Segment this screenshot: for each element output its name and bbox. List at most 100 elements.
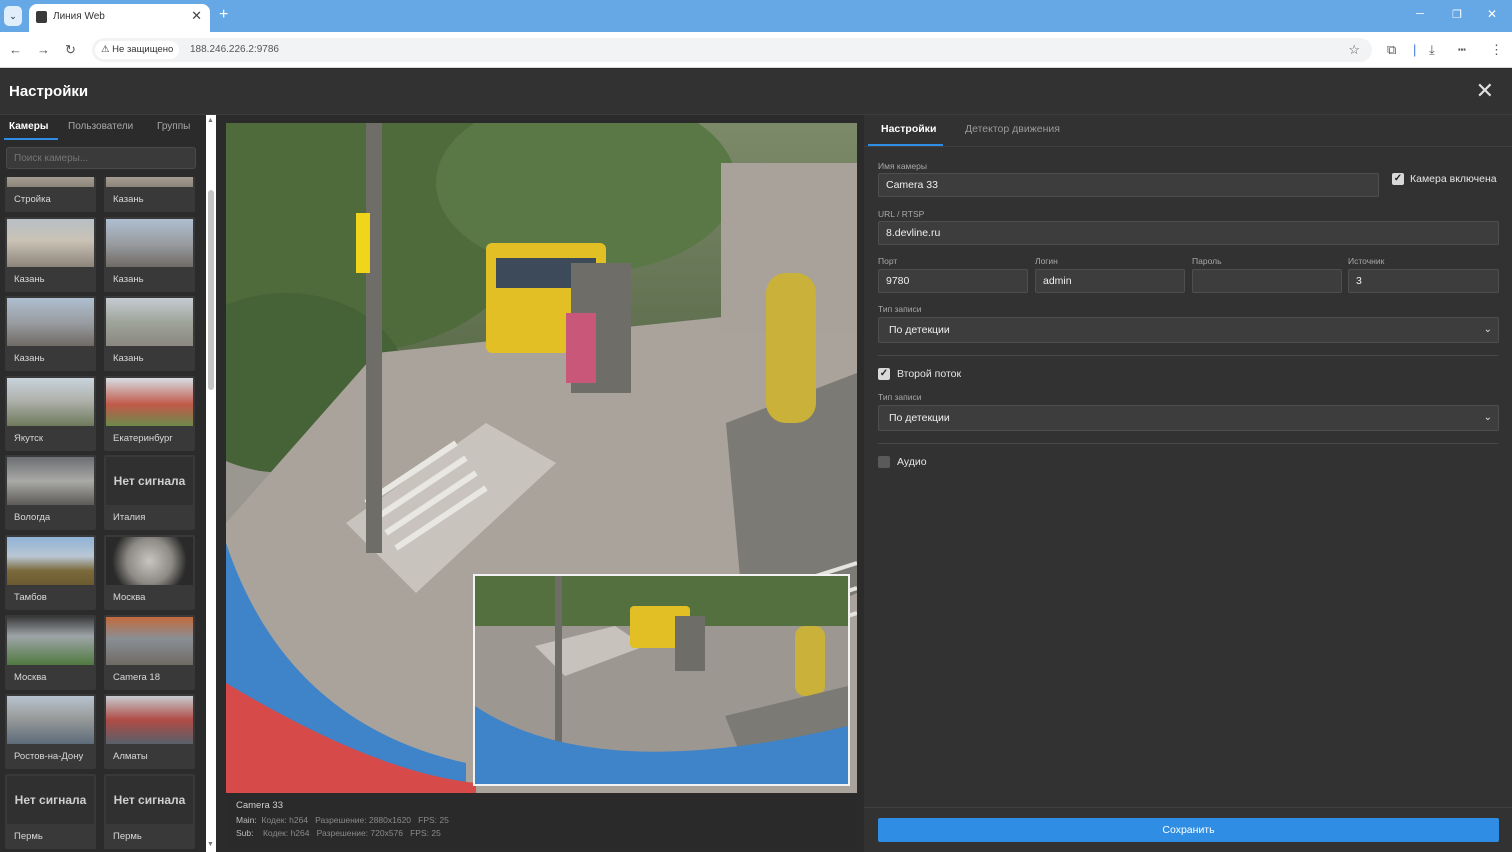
camera-tile-label: Казань: [113, 353, 144, 365]
sidebar-scrollbar[interactable]: ▲ ▼: [206, 115, 216, 852]
bookmark-star-icon[interactable]: ☆: [1348, 42, 1360, 58]
reload-icon[interactable]: ↻: [65, 42, 76, 58]
scroll-down-icon[interactable]: ▼: [207, 841, 214, 848]
main-stream-label: Main:: [236, 815, 257, 825]
scroll-up-icon[interactable]: ▲: [207, 117, 214, 124]
camera-tile[interactable]: Казань: [5, 216, 96, 292]
tab-settings[interactable]: Настройки: [881, 123, 936, 135]
camera-tile[interactable]: Москва: [104, 535, 195, 610]
record-type-label: Тип записи: [878, 304, 922, 314]
security-chip[interactable]: ⚠ Не защищено: [95, 41, 180, 59]
favicon-icon: [36, 11, 47, 23]
source-field[interactable]: [1348, 269, 1499, 293]
login-field[interactable]: [1035, 269, 1185, 293]
camera-tile[interactable]: Camera 18: [104, 614, 195, 690]
password-field[interactable]: [1192, 269, 1342, 293]
camera-tile-label: Казань: [113, 273, 144, 285]
camera-tile-label: Ростов-на-Дону: [14, 751, 84, 763]
main-stream-view[interactable]: [226, 123, 857, 793]
page-title: Настройки: [9, 83, 89, 100]
camera-enabled-checkbox[interactable]: ✓: [1392, 173, 1404, 185]
browser-tab[interactable]: Линия Web ✕: [29, 4, 210, 32]
camera-thumbnail: [7, 377, 94, 426]
close-tab-icon[interactable]: ✕: [191, 8, 202, 24]
camera-tile[interactable]: Екатеринбург: [104, 375, 195, 451]
camera-tile[interactable]: Якутск: [5, 375, 96, 451]
second-stream-checkbox[interactable]: ✓: [878, 368, 890, 380]
tab-search-chevron-icon[interactable]: ⌄: [4, 6, 22, 26]
audio-checkbox[interactable]: [878, 456, 890, 468]
camera-tile[interactable]: Казань: [104, 296, 195, 372]
active-tab-indicator: [868, 144, 943, 146]
sub-codec: Кодек: h264: [262, 828, 310, 838]
restore-icon[interactable]: ❐: [1452, 8, 1462, 21]
camera-tile[interactable]: Стройка: [5, 177, 96, 212]
camera-tile-label: Пермь: [14, 830, 43, 842]
record-type2-select[interactable]: По детекции ⌄: [878, 405, 1499, 431]
camera-name-label: Имя камеры: [878, 161, 927, 171]
second-stream-label: Второй поток: [897, 368, 962, 380]
camera-search-input[interactable]: [6, 147, 196, 169]
camera-tile[interactable]: Алматы: [104, 694, 195, 770]
camera-thumbnail: [106, 218, 193, 267]
camera-tile[interactable]: Ростов-на-Дону: [5, 694, 96, 770]
stream-camera-name: Camera 33: [236, 800, 283, 811]
settings-tabs: Настройки Детектор движения: [864, 115, 1512, 147]
scrollbar-thumb[interactable]: [208, 190, 214, 390]
url-field[interactable]: [878, 221, 1499, 245]
password-label: Пароль: [1192, 256, 1222, 266]
window-close-icon[interactable]: ✕: [1487, 7, 1497, 21]
camera-tile-label: Camera 18: [113, 671, 160, 683]
camera-thumbnail: [7, 177, 94, 187]
no-signal-placeholder: Нет сигнала: [106, 457, 193, 506]
audio-label: Аудио: [897, 456, 927, 468]
camera-tile[interactable]: Казань: [104, 216, 195, 292]
camera-thumbnail: [106, 537, 193, 585]
chevron-down-icon: ⌄: [1483, 412, 1492, 423]
sub-stream-preview[interactable]: [473, 574, 850, 786]
back-arrow-icon[interactable]: ←: [9, 42, 22, 57]
camera-name-field[interactable]: [878, 173, 1379, 197]
camera-list: Стройка Казань Казань Казань Казань Казань Яку…: [5, 177, 200, 852]
extensions-icon[interactable]: ⧉: [1387, 42, 1396, 58]
camera-tile[interactable]: Нет сигнала Италия: [104, 455, 195, 531]
tab-users[interactable]: Пользователи: [68, 121, 133, 132]
camera-tile[interactable]: Тамбов: [5, 535, 96, 610]
port-field[interactable]: [878, 269, 1028, 293]
close-icon[interactable]: ✕: [1476, 78, 1494, 104]
camera-thumbnail: [106, 696, 193, 745]
camera-tile[interactable]: Москва: [5, 614, 96, 690]
settings-dialog: Настройки ✕ Камеры Пользователи Группы С…: [0, 69, 1512, 852]
camera-tile[interactable]: Нет сигнала Пермь: [5, 773, 96, 849]
no-signal-placeholder: Нет сигнала: [7, 775, 94, 824]
camera-tile-label: Казань: [14, 353, 45, 365]
browser-navbar: ← → ↻ ⚠ Не защищено 188.246.226.2:9786 ☆…: [0, 32, 1512, 68]
camera-tile-label: Тамбов: [14, 592, 47, 603]
camera-tile-label: Казань: [113, 194, 144, 205]
login-label: Логин: [1035, 256, 1058, 266]
main-codec: Кодек: h264: [261, 815, 309, 825]
download-icon[interactable]: ⤓: [1429, 42, 1435, 58]
sub-stream-info: Sub: Кодек: h264 Разрешение: 720x576 FPS…: [236, 828, 441, 838]
tab-motion-detector[interactable]: Детектор движения: [965, 123, 1060, 135]
address-bar[interactable]: ⚠ Не защищено 188.246.226.2:9786 ☆: [92, 38, 1372, 62]
new-tab-plus-icon[interactable]: +: [219, 6, 228, 24]
minimize-icon[interactable]: ─: [1416, 8, 1424, 20]
sub-stream-image: [475, 576, 848, 784]
toolbar-separator: |: [1413, 42, 1417, 57]
browser-menu-icon[interactable]: ⋮: [1490, 42, 1503, 58]
camera-tile[interactable]: Казань: [104, 177, 195, 212]
main-fps: FPS: 25: [418, 815, 449, 825]
tab-groups[interactable]: Группы: [157, 121, 190, 132]
camera-tile[interactable]: Нет сигнала Пермь: [104, 773, 195, 849]
forward-arrow-icon[interactable]: →: [37, 42, 50, 57]
camera-thumbnail: [106, 298, 193, 347]
camera-tile-label: Москва: [14, 671, 47, 683]
camera-tile[interactable]: Вологда: [5, 455, 96, 531]
save-button[interactable]: Сохранить: [878, 818, 1499, 842]
record-type-select[interactable]: По детекции ⌄: [878, 317, 1499, 343]
account-icon[interactable]: ┅: [1458, 42, 1466, 58]
tab-cameras[interactable]: Камеры: [9, 121, 48, 132]
camera-tile[interactable]: Казань: [5, 296, 96, 372]
camera-thumbnail: [7, 616, 94, 665]
